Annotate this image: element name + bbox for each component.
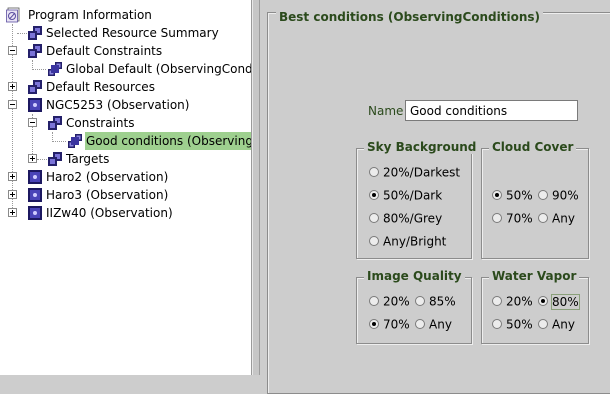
tree-node-label: IIZw40 (Observation) bbox=[46, 206, 173, 220]
radio-circle-selected bbox=[369, 189, 379, 200]
radio-label: 50%/Dark bbox=[383, 188, 443, 203]
group-title: Image Quality bbox=[364, 269, 465, 283]
water-vapor-group: Water Vapor 20% 80% 50% Any bbox=[481, 269, 589, 344]
radio-label: 20% bbox=[383, 294, 410, 309]
tree-node-label: Global Default (ObservingCondit bbox=[66, 62, 252, 76]
radio-circle bbox=[538, 189, 548, 200]
radio-circle bbox=[369, 166, 379, 177]
group-title: Cloud Cover bbox=[489, 140, 577, 154]
program-icon bbox=[6, 7, 20, 23]
observation-icon bbox=[28, 206, 42, 220]
sky-background-group: Sky Background 20%/Darkest 50%/Dark 80%/… bbox=[356, 140, 480, 259]
constraints-icon bbox=[48, 116, 62, 130]
image-quality-radio[interactable]: Any bbox=[415, 316, 452, 332]
radio-label: 70% bbox=[383, 317, 410, 332]
editor-title: Best conditions (ObservingConditions) bbox=[276, 10, 544, 24]
tree-node-label: NGC5253 (Observation) bbox=[46, 98, 190, 112]
cloud-cover-radio[interactable]: 90% bbox=[538, 187, 579, 203]
observation-icon bbox=[28, 170, 42, 184]
conditions-editor: Best conditions (ObservingConditions) Na… bbox=[260, 0, 610, 394]
tree-connector bbox=[52, 141, 66, 142]
radio-circle bbox=[369, 295, 379, 306]
radio-label: 70% bbox=[506, 211, 533, 226]
cloud-cover-group: Cloud Cover 50% 90% 70% Any bbox=[481, 140, 589, 259]
tree-node-label: Haro2 (Observation) bbox=[46, 170, 169, 184]
image-quality-group: Image Quality 20% 85% 70% Any bbox=[356, 269, 472, 344]
radio-label: Any bbox=[429, 317, 452, 332]
tree-node-label: Targets bbox=[66, 152, 110, 166]
tree-node-label: Default Constraints bbox=[46, 44, 163, 58]
radio-circle bbox=[538, 318, 548, 329]
expand-toggle-icon[interactable] bbox=[8, 208, 17, 217]
expand-toggle-icon[interactable] bbox=[28, 154, 37, 163]
expand-toggle-icon[interactable] bbox=[8, 190, 17, 199]
radio-circle bbox=[492, 212, 502, 223]
tree-node-label: Program Information bbox=[28, 8, 152, 22]
observing-conditions-icon bbox=[48, 62, 62, 76]
water-vapor-radio[interactable]: Any bbox=[538, 316, 575, 332]
tree-connector bbox=[37, 159, 47, 160]
radio-circle bbox=[369, 235, 379, 246]
constraints-icon bbox=[28, 44, 42, 58]
radio-circle bbox=[492, 318, 502, 329]
tree-connector bbox=[17, 33, 27, 34]
tree-node-label: Haro3 (Observation) bbox=[46, 188, 169, 202]
name-field[interactable] bbox=[405, 100, 578, 121]
radio-circle bbox=[538, 212, 548, 223]
resources-icon bbox=[28, 80, 42, 94]
radio-label: 20%/Darkest bbox=[383, 165, 461, 180]
radio-label: Any/Bright bbox=[383, 234, 447, 249]
split-pane-divider[interactable] bbox=[252, 0, 260, 375]
radio-circle bbox=[369, 212, 379, 223]
water-vapor-radio[interactable]: 50% bbox=[492, 316, 533, 332]
radio-circle bbox=[492, 295, 502, 306]
cloud-cover-radio[interactable]: 70% bbox=[492, 210, 533, 226]
observation-icon bbox=[28, 98, 42, 112]
image-quality-radio[interactable]: 85% bbox=[415, 293, 456, 309]
radio-circle bbox=[415, 318, 425, 329]
radio-label: 50% bbox=[506, 317, 533, 332]
cloud-cover-radio[interactable]: Any bbox=[538, 210, 575, 226]
tree-node-label: Selected Resource Summary bbox=[46, 26, 219, 40]
collapse-toggle-icon[interactable] bbox=[8, 100, 17, 109]
collapse-toggle-icon[interactable] bbox=[8, 46, 17, 55]
radio-circle bbox=[415, 295, 425, 306]
radio-label: 50% bbox=[506, 188, 533, 203]
sky-background-radio[interactable]: 50%/Dark bbox=[369, 187, 442, 203]
radio-label: 85% bbox=[429, 294, 456, 309]
expand-toggle-icon[interactable] bbox=[8, 82, 17, 91]
water-vapor-radio[interactable]: 80% bbox=[538, 293, 580, 310]
tree-node-label: Constraints bbox=[66, 116, 135, 130]
cloud-cover-radio[interactable]: 50% bbox=[492, 187, 533, 203]
sky-background-radio[interactable]: 80%/Grey bbox=[369, 210, 442, 226]
observation-icon bbox=[28, 188, 42, 202]
radio-label-focused: 80% bbox=[551, 293, 580, 310]
sky-background-radio[interactable]: 20%/Darkest bbox=[369, 164, 460, 180]
tree-node-label-selected: Good conditions (ObservingC bbox=[85, 132, 251, 150]
image-quality-radio[interactable]: 20% bbox=[369, 293, 410, 309]
radio-label: 20% bbox=[506, 294, 533, 309]
tree-node-label: Default Resources bbox=[46, 80, 155, 94]
radio-label: Any bbox=[552, 211, 575, 226]
expand-toggle-icon[interactable] bbox=[8, 172, 17, 181]
resource-icon bbox=[28, 26, 42, 40]
sky-background-radio[interactable]: Any/Bright bbox=[369, 233, 446, 249]
radio-label: 90% bbox=[552, 188, 579, 203]
water-vapor-radio[interactable]: 20% bbox=[492, 293, 533, 309]
image-quality-radio[interactable]: 70% bbox=[369, 316, 410, 332]
group-title: Water Vapor bbox=[489, 269, 580, 283]
radio-label: Any bbox=[552, 317, 575, 332]
radio-circle-selected bbox=[369, 318, 379, 329]
name-label: Name bbox=[368, 104, 404, 118]
targets-icon bbox=[48, 152, 62, 166]
observing-conditions-icon bbox=[68, 134, 82, 148]
tree-connector bbox=[32, 69, 46, 70]
collapse-toggle-icon[interactable] bbox=[28, 118, 37, 127]
program-tree[interactable]: Program Information Selected Resource Su… bbox=[0, 0, 252, 375]
group-title: Sky Background bbox=[364, 140, 480, 154]
radio-circle-selected bbox=[538, 295, 548, 306]
radio-label: 80%/Grey bbox=[383, 211, 443, 226]
radio-circle-selected bbox=[492, 189, 502, 200]
